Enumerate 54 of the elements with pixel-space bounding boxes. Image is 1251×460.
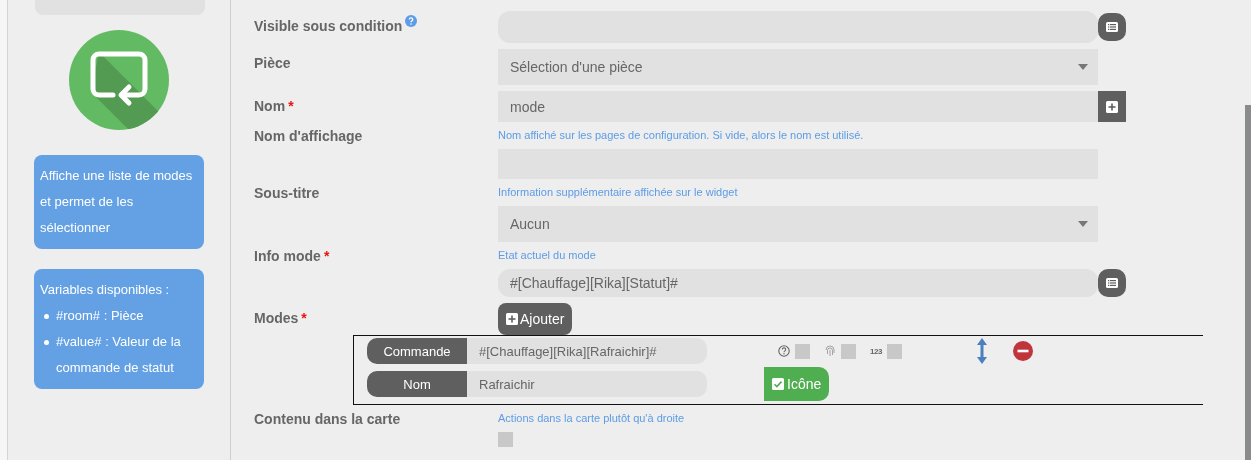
variables-title: Variables disponibles : — [40, 281, 171, 299]
text-field[interactable]: mode — [498, 91, 1098, 122]
option-checkbox[interactable] — [795, 343, 810, 359]
checkbox[interactable] — [498, 432, 513, 447]
add-button[interactable] — [1098, 91, 1126, 122]
text-field[interactable]: #[Chauffage][Rika][Statut]# — [498, 269, 1098, 297]
field-hint: Information supplémentaire affichée sur le widget — [498, 185, 739, 199]
text-field[interactable] — [498, 11, 1098, 43]
widget-logo-icon — [69, 30, 169, 130]
select-field[interactable]: Aucun — [498, 206, 1098, 242]
option-checkbox[interactable] — [841, 343, 856, 359]
caret-icon — [1078, 64, 1088, 70]
list-icon — [1106, 277, 1118, 289]
command-field[interactable]: #[Chauffage][Rika][Rafraichir]# — [467, 338, 707, 364]
help-icon — [778, 345, 790, 357]
add-button[interactable]: Ajouter — [498, 303, 573, 335]
variable-text: #room# : Pièce — [56, 308, 144, 323]
move-icon[interactable] — [975, 338, 988, 364]
list-button[interactable] — [1098, 269, 1126, 297]
help-icon[interactable] — [405, 15, 418, 27]
scrollbar[interactable] — [1245, 105, 1251, 460]
caret-icon — [1078, 221, 1088, 227]
field-label: Sous-titre — [254, 185, 320, 201]
field-label: Contenu dans la carte — [254, 411, 401, 427]
required-mark: * — [323, 248, 330, 264]
field-label: Visible sous condition — [254, 18, 403, 34]
list-button[interactable] — [1098, 13, 1126, 41]
field-hint: Nom affiché sur les pages de configuration. Si vide, alors le nom est utilisé. — [498, 128, 865, 142]
icon-toggle-button[interactable]: Icône — [764, 367, 830, 401]
field-label: Info mode — [254, 248, 321, 264]
required-mark: * — [301, 310, 307, 326]
option-checkbox[interactable] — [886, 343, 902, 359]
plus-icon — [1106, 100, 1118, 113]
remove-icon[interactable] — [1012, 341, 1033, 361]
field-hint: Etat actuel du mode — [498, 248, 597, 262]
input-label: Nom — [367, 371, 467, 397]
name-field[interactable]: Rafraichir — [467, 371, 707, 397]
bullet-icon — [44, 314, 49, 319]
field-label: Nom d'affichage — [254, 128, 363, 144]
list-icon — [1106, 21, 1118, 33]
fingerprint-icon — [824, 345, 836, 357]
checkbox-icon — [772, 378, 784, 390]
field-hint: Actions dans la carte plutôt qu'à droite — [498, 411, 685, 425]
field-label: Nom — [254, 98, 286, 114]
variable-text: #value# : Valeur de la commande de statut — [56, 334, 181, 375]
plus-icon — [506, 313, 518, 325]
number-icon: 123 — [870, 346, 882, 356]
required-mark: * — [288, 98, 294, 114]
field-label: Modes — [254, 310, 299, 326]
description-text: Affiche une liste de modes et permet de les sélectionner — [40, 167, 194, 237]
bullet-icon — [44, 340, 49, 345]
input-label: Commande — [367, 338, 467, 364]
select-field[interactable]: Sélection d'une pièce — [498, 49, 1098, 85]
field-label: Pièce — [254, 55, 291, 71]
